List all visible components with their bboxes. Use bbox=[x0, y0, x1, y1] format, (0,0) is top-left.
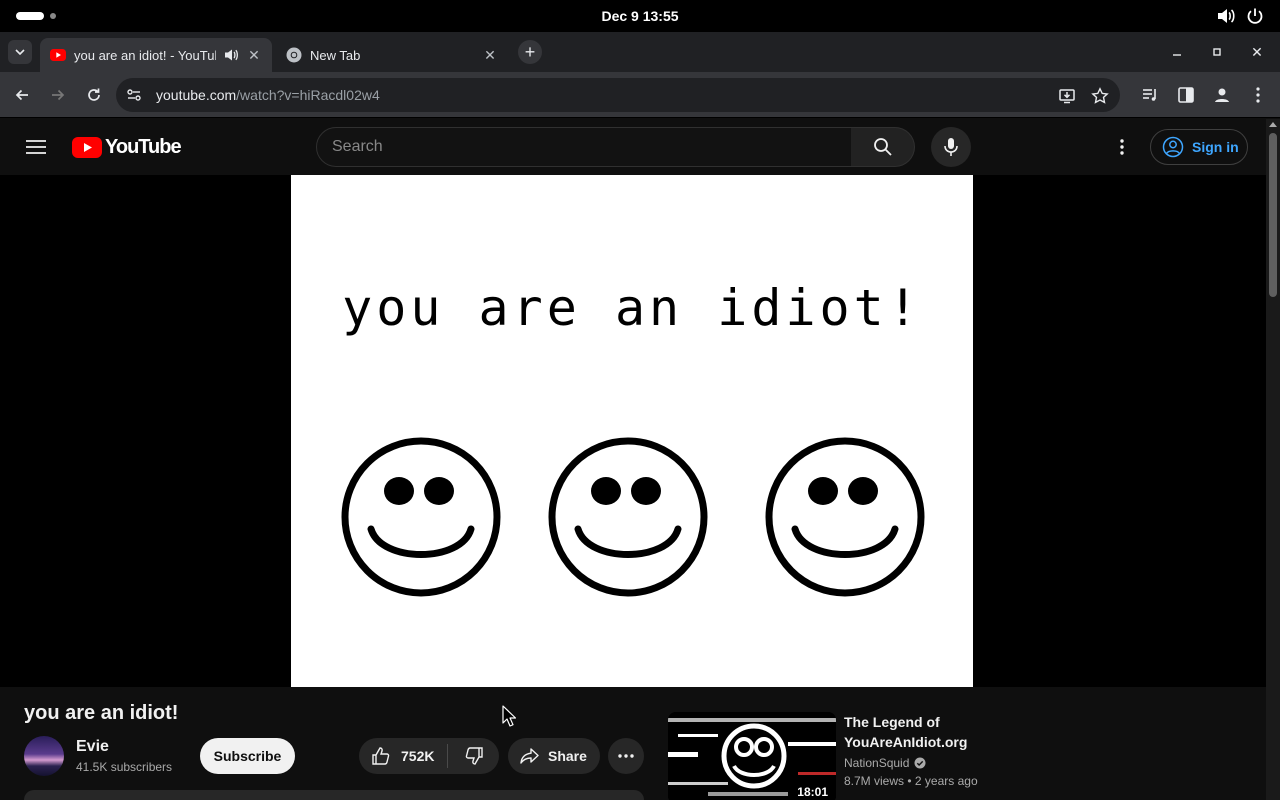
tab-youtube[interactable]: you are an idiot! - YouTube ✕ bbox=[40, 38, 272, 72]
subscriber-count: 41.5K subscribers bbox=[76, 760, 173, 774]
close-window-icon[interactable]: ✕ bbox=[1247, 42, 1267, 62]
smiley-face-icon bbox=[765, 437, 925, 597]
share-arrow-icon bbox=[520, 748, 539, 764]
dislike-button[interactable] bbox=[448, 738, 499, 774]
maximize-icon[interactable] bbox=[1207, 42, 1227, 62]
youtube-logo-text: YouTube bbox=[105, 136, 182, 158]
site-info-icon[interactable] bbox=[126, 87, 142, 103]
youtube-masthead: YouTube Sign in bbox=[0, 119, 1266, 175]
video-duration: 18:01 bbox=[793, 784, 832, 800]
search-box[interactable] bbox=[316, 127, 852, 167]
channel-avatar[interactable] bbox=[24, 736, 64, 776]
url-host: youtube.com bbox=[156, 87, 237, 103]
video-caption-text: you are an idiot! bbox=[342, 279, 922, 337]
chrome-icon bbox=[286, 47, 302, 63]
share-button[interactable]: Share bbox=[508, 738, 600, 774]
minimize-icon[interactable] bbox=[1167, 42, 1187, 62]
recommended-title[interactable]: The Legend of YouAreAnIdiot.org bbox=[844, 712, 1024, 752]
recommended-channel[interactable]: NationSquid bbox=[844, 756, 926, 770]
channel-name[interactable]: Evie bbox=[76, 738, 109, 756]
smiley-face-icon bbox=[341, 437, 501, 597]
browser-toolbar: youtube.com/watch?v=hiRacdl02w4 bbox=[0, 72, 1280, 118]
account-circle-icon bbox=[1162, 136, 1184, 158]
tab-new-tab[interactable]: New Tab ✕ bbox=[276, 38, 508, 72]
side-panel-icon[interactable] bbox=[1177, 86, 1195, 104]
os-clock[interactable]: Dec 9 13:55 bbox=[0, 8, 1280, 24]
chevron-down-icon bbox=[15, 49, 25, 55]
view-count: 8.7M views bbox=[844, 774, 905, 788]
more-vertical-icon bbox=[1120, 139, 1124, 155]
tab-title: you are an idiot! - YouTube bbox=[74, 47, 216, 63]
mouse-cursor-icon bbox=[502, 705, 516, 727]
bookmark-star-icon[interactable] bbox=[1091, 87, 1109, 105]
like-button[interactable]: 752K bbox=[359, 738, 447, 774]
recommended-meta: 8.7M views • 2 years ago bbox=[844, 774, 978, 788]
media-control-icon[interactable] bbox=[1141, 86, 1159, 104]
voice-search-button[interactable] bbox=[931, 127, 971, 167]
url-text[interactable]: youtube.com/watch?v=hiRacdl02w4 bbox=[156, 87, 380, 103]
sign-in-button[interactable]: Sign in bbox=[1150, 129, 1248, 165]
verified-badge-icon bbox=[914, 757, 926, 769]
address-bar[interactable]: youtube.com/watch?v=hiRacdl02w4 bbox=[116, 78, 1120, 112]
settings-menu-button[interactable] bbox=[1110, 135, 1134, 159]
share-label: Share bbox=[548, 748, 587, 764]
more-actions-button[interactable] bbox=[608, 738, 644, 774]
like-dislike-group: 752K bbox=[359, 738, 499, 774]
description-box[interactable] bbox=[24, 790, 644, 800]
video-player[interactable]: you are an idiot! bbox=[0, 175, 1266, 687]
recommended-video[interactable]: 18:01 The Legend of YouAreAnIdiot.org Na… bbox=[668, 712, 1268, 800]
volume-icon[interactable] bbox=[1217, 8, 1235, 24]
like-count: 752K bbox=[401, 748, 435, 764]
youtube-play-logo-icon bbox=[72, 137, 102, 158]
chrome-menu-icon[interactable] bbox=[1249, 86, 1267, 104]
youtube-favicon-icon bbox=[50, 49, 66, 61]
forward-arrow-icon[interactable] bbox=[46, 83, 70, 107]
youtube-logo[interactable]: YouTube bbox=[72, 136, 182, 159]
recommended-channel-name: NationSquid bbox=[844, 756, 910, 770]
os-top-bar: Dec 9 13:55 bbox=[0, 0, 1280, 32]
install-app-icon[interactable] bbox=[1058, 87, 1076, 105]
scroll-up-arrow-icon[interactable] bbox=[1269, 122, 1277, 127]
video-title: you are an idiot! bbox=[24, 702, 179, 724]
back-arrow-icon[interactable] bbox=[10, 83, 34, 107]
search-input[interactable] bbox=[332, 138, 832, 156]
sign-in-label: Sign in bbox=[1192, 139, 1239, 155]
reload-icon[interactable] bbox=[82, 83, 106, 107]
video-frame[interactable]: you are an idiot! bbox=[291, 175, 973, 687]
hamburger-menu-icon[interactable] bbox=[24, 137, 48, 157]
search-icon bbox=[873, 138, 892, 156]
tab-close-icon[interactable]: ✕ bbox=[482, 47, 498, 63]
upload-age: 2 years ago bbox=[914, 774, 978, 788]
browser-tab-strip: you are an idiot! - YouTube ✕ New Tab ✕ … bbox=[0, 32, 1280, 72]
meta-separator: • bbox=[907, 774, 915, 788]
search-button[interactable] bbox=[851, 127, 915, 167]
thumbs-up-icon bbox=[372, 747, 390, 765]
audio-playing-icon[interactable] bbox=[224, 48, 238, 62]
more-horizontal-icon bbox=[618, 754, 634, 758]
profile-icon[interactable] bbox=[1213, 86, 1231, 104]
microphone-icon bbox=[944, 138, 958, 156]
tab-close-icon[interactable]: ✕ bbox=[246, 47, 262, 63]
url-path: /watch?v=hiRacdl02w4 bbox=[236, 87, 380, 103]
tab-search-button[interactable] bbox=[8, 40, 32, 64]
power-icon[interactable] bbox=[1246, 7, 1264, 25]
scrollbar-thumb[interactable] bbox=[1269, 133, 1277, 297]
page-scrollbar[interactable] bbox=[1266, 119, 1280, 800]
tab-title: New Tab bbox=[310, 47, 361, 63]
thumbs-down-icon bbox=[465, 747, 483, 765]
recommended-thumbnail[interactable]: 18:01 bbox=[668, 712, 836, 800]
smiley-face-icon bbox=[548, 437, 708, 597]
new-tab-button[interactable]: + bbox=[518, 40, 542, 64]
subscribe-button[interactable]: Subscribe bbox=[200, 738, 295, 774]
